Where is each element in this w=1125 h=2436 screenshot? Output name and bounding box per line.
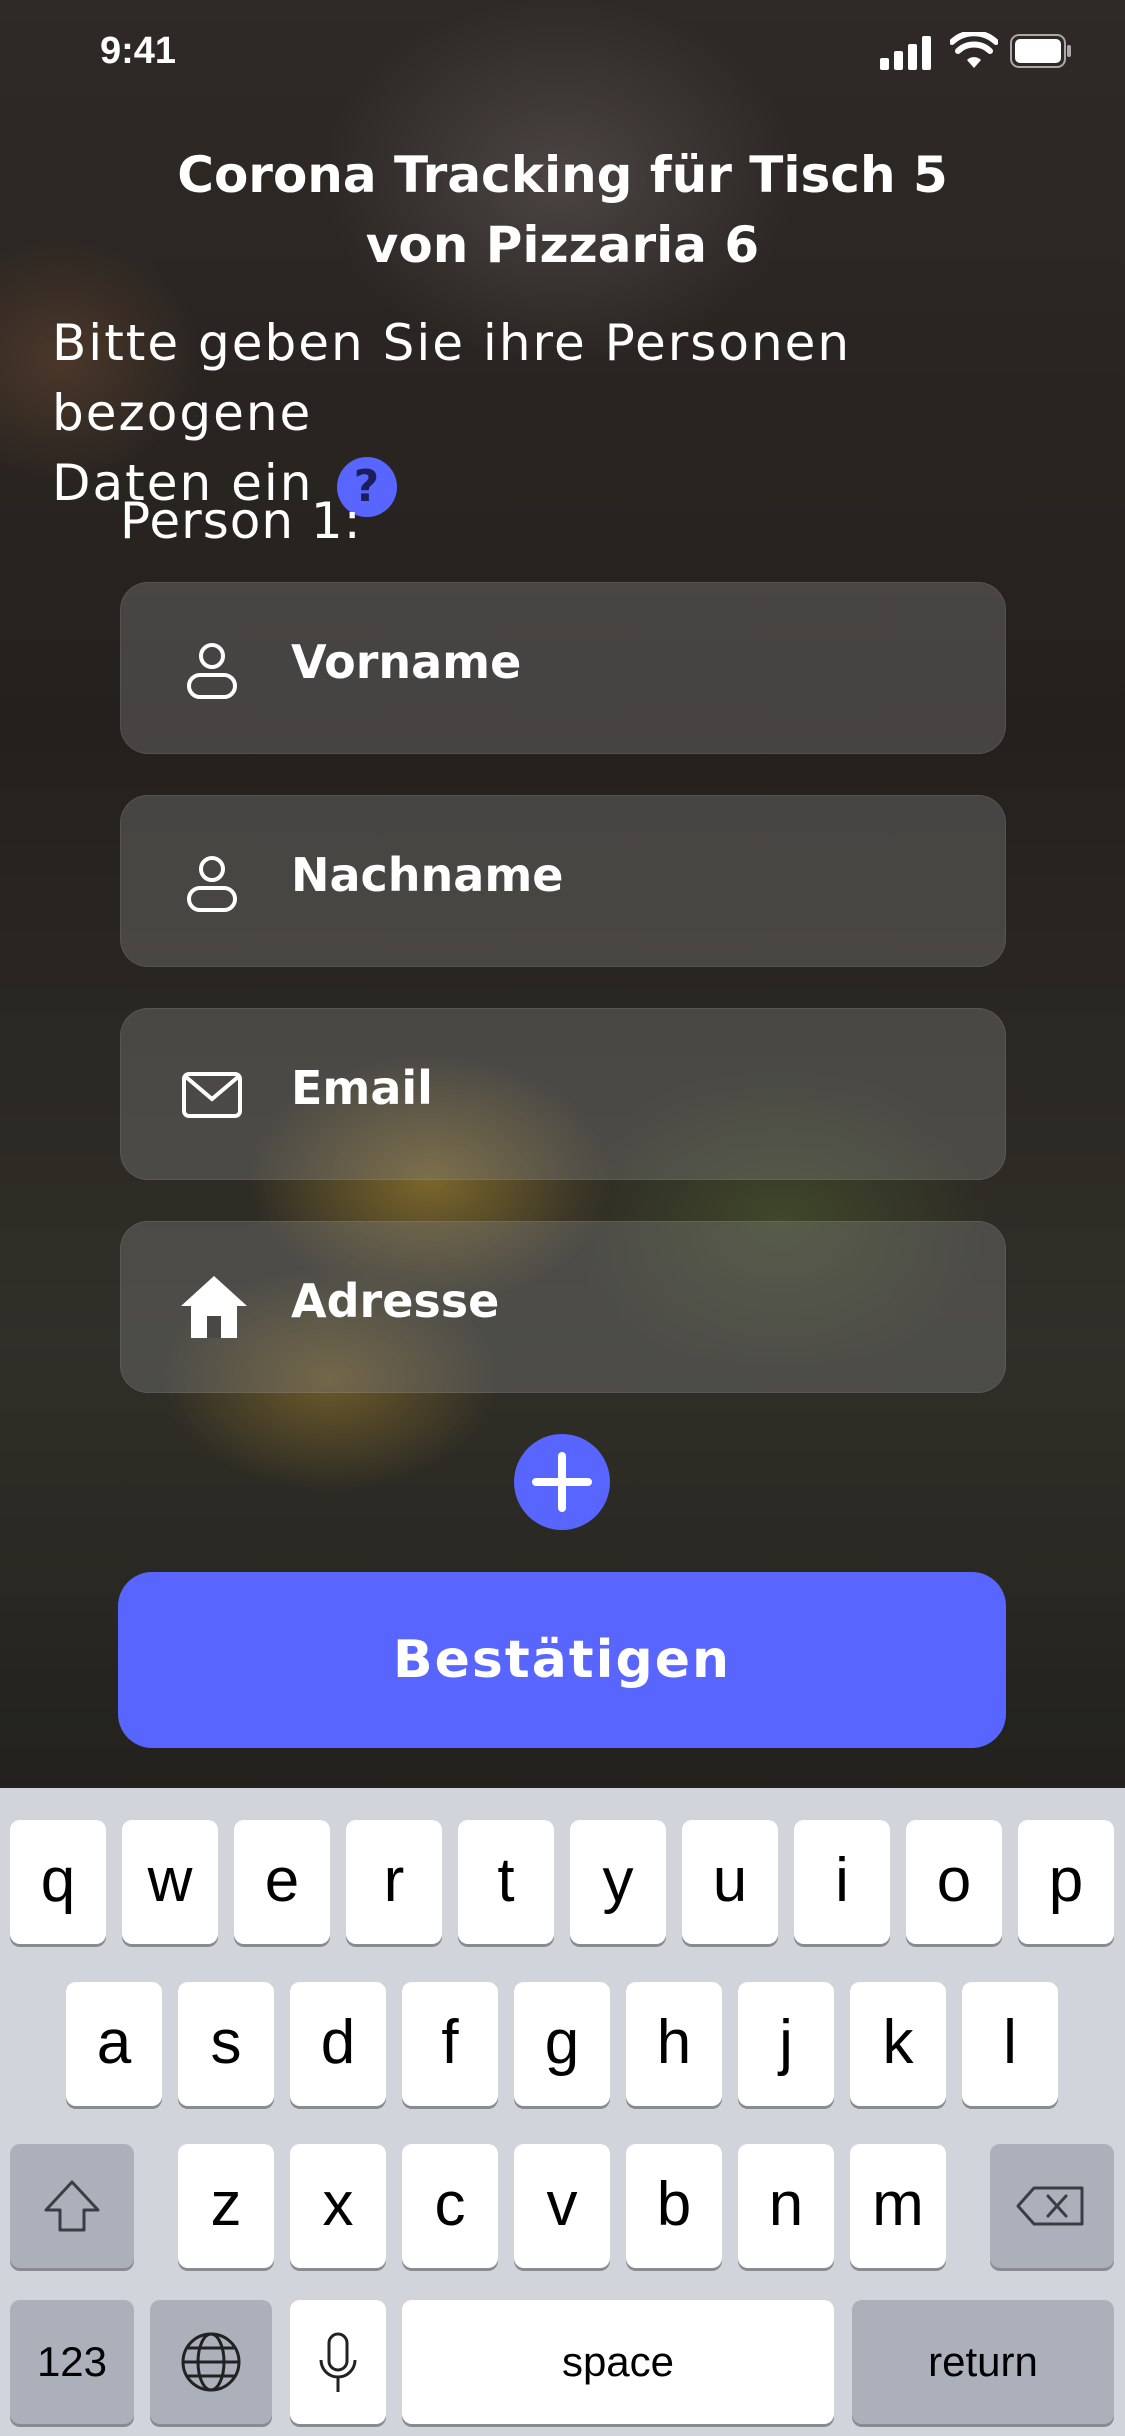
key-j[interactable]: j bbox=[738, 1982, 834, 2106]
globe-icon bbox=[181, 2332, 241, 2392]
delete-icon bbox=[1016, 2186, 1084, 2226]
key-b[interactable]: b bbox=[626, 2144, 722, 2268]
shift-key[interactable] bbox=[10, 2144, 134, 2268]
add-person-button[interactable] bbox=[514, 1434, 610, 1530]
microphone-key[interactable] bbox=[290, 2300, 386, 2424]
microphone-icon bbox=[319, 2332, 357, 2392]
key-q[interactable]: q bbox=[10, 1820, 106, 1944]
delete-key[interactable] bbox=[990, 2144, 1114, 2268]
globe-key[interactable] bbox=[150, 2300, 272, 2424]
first-name-placeholder: Vorname bbox=[291, 635, 522, 689]
shift-icon bbox=[44, 2180, 100, 2232]
key-m[interactable]: m bbox=[850, 2144, 946, 2268]
status-time: 9:41 bbox=[100, 30, 177, 72]
address-placeholder: Adresse bbox=[291, 1274, 500, 1328]
title-line-1: Corona Tracking für Tisch 5 bbox=[177, 146, 948, 204]
key-x[interactable]: x bbox=[290, 2144, 386, 2268]
key-p[interactable]: p bbox=[1018, 1820, 1114, 1944]
address-field[interactable]: Adresse bbox=[120, 1221, 1006, 1393]
instructions-line-1: Bitte geben Sie ihre Personen bezogene bbox=[52, 314, 852, 442]
key-i[interactable]: i bbox=[794, 1820, 890, 1944]
key-d[interactable]: d bbox=[290, 1982, 386, 2106]
key-c[interactable]: c bbox=[402, 2144, 498, 2268]
key-l[interactable]: l bbox=[962, 1982, 1058, 2106]
key-n[interactable]: n bbox=[738, 2144, 834, 2268]
last-name-placeholder: Nachname bbox=[291, 848, 564, 902]
person-label: Person 1: bbox=[120, 492, 362, 550]
home-icon bbox=[181, 1276, 247, 1338]
key-o[interactable]: o bbox=[906, 1820, 1002, 1944]
email-field[interactable]: Email bbox=[120, 1008, 1006, 1180]
instructions-text: Bitte geben Sie ihre Personen bezogene D… bbox=[52, 308, 1072, 518]
return-key[interactable]: return bbox=[852, 2300, 1114, 2424]
last-name-field[interactable]: Nachname bbox=[120, 795, 1006, 967]
battery-icon bbox=[1010, 34, 1071, 68]
numbers-key[interactable]: 123 bbox=[10, 2300, 134, 2424]
key-t[interactable]: t bbox=[458, 1820, 554, 1944]
space-key[interactable]: space bbox=[402, 2300, 834, 2424]
key-r[interactable]: r bbox=[346, 1820, 442, 1944]
cellular-signal-icon bbox=[880, 36, 931, 70]
key-g[interactable]: g bbox=[514, 1982, 610, 2106]
key-k[interactable]: k bbox=[850, 1982, 946, 2106]
key-u[interactable]: u bbox=[682, 1820, 778, 1944]
confirm-button[interactable]: Bestätigen bbox=[118, 1572, 1006, 1748]
key-z[interactable]: z bbox=[178, 2144, 274, 2268]
plus-icon bbox=[532, 1452, 592, 1512]
key-y[interactable]: y bbox=[570, 1820, 666, 1944]
first-name-field[interactable]: Vorname bbox=[120, 582, 1006, 754]
wifi-icon bbox=[950, 32, 998, 68]
status-bar: 9:41 bbox=[0, 0, 1125, 100]
key-e[interactable]: e bbox=[234, 1820, 330, 1944]
keyboard: q w e r t y u i o p a s d f g h j k l z … bbox=[0, 1788, 1125, 2436]
key-a[interactable]: a bbox=[66, 1982, 162, 2106]
title-line-2: von Pizzaria 6 bbox=[365, 216, 760, 274]
key-w[interactable]: w bbox=[122, 1820, 218, 1944]
key-f[interactable]: f bbox=[402, 1982, 498, 2106]
key-s[interactable]: s bbox=[178, 1982, 274, 2106]
user-icon bbox=[187, 643, 237, 699]
user-icon bbox=[187, 856, 237, 912]
email-placeholder: Email bbox=[291, 1061, 433, 1115]
mail-icon bbox=[182, 1072, 242, 1118]
key-v[interactable]: v bbox=[514, 2144, 610, 2268]
page-title: Corona Tracking für Tisch 5 von Pizzaria… bbox=[0, 140, 1125, 280]
key-h[interactable]: h bbox=[626, 1982, 722, 2106]
